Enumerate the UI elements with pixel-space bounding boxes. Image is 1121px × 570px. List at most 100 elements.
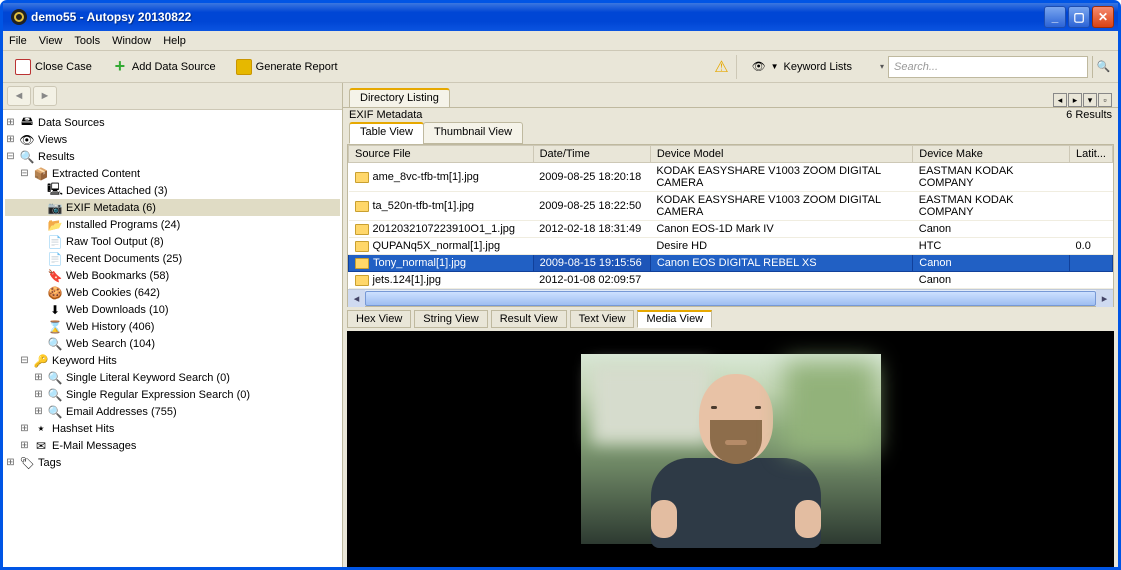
- expander-icon[interactable]: ⊟: [19, 168, 30, 179]
- expander-icon[interactable]: ⊞: [5, 457, 16, 468]
- tree-item-label[interactable]: Installed Programs (24): [66, 219, 180, 231]
- dropdown-icon[interactable]: ▾: [880, 62, 884, 71]
- expander-icon[interactable]: ⊞: [19, 423, 30, 434]
- nav-forward-button[interactable]: ►: [33, 86, 57, 106]
- tags-icon: 🏷: [19, 456, 35, 470]
- tab-string-view[interactable]: String View: [414, 310, 487, 328]
- generate-report-button[interactable]: Generate Report: [228, 56, 346, 78]
- tab-hex-view[interactable]: Hex View: [347, 310, 411, 328]
- expander-icon[interactable]: ⊟: [19, 355, 30, 366]
- table-row[interactable]: ame_8vc-tfb-tm[1].jpg2009-08-25 18:20:18…: [349, 163, 1113, 192]
- listing-tabrow: Directory Listing ◂ ▸ ▾ ▫: [343, 83, 1118, 107]
- tree-item-label[interactable]: Email Addresses (755): [66, 406, 177, 418]
- tab-scroll-left-icon[interactable]: ◂: [1053, 93, 1067, 107]
- tab-result-view[interactable]: Result View: [491, 310, 567, 328]
- col-source-file[interactable]: Source File: [349, 146, 534, 163]
- tree-item[interactable]: ⊞🔍Single Regular Expression Search (0): [5, 386, 340, 403]
- datasource-icon: 🖴: [19, 112, 35, 133]
- scroll-right-icon[interactable]: ▸: [1096, 290, 1113, 307]
- tree-item[interactable]: 📄Recent Documents (25): [5, 250, 340, 267]
- table-row[interactable]: ta_520n-tfb-tm[1].jpg2009-08-25 18:22:50…: [349, 192, 1113, 221]
- tree-item-label[interactable]: Web History (406): [66, 321, 154, 333]
- tab-maximize-icon[interactable]: ▫: [1098, 93, 1112, 107]
- tree-item[interactable]: ⬇Web Downloads (10): [5, 301, 340, 318]
- table-row[interactable]: Tony_normal[1].jpg2009-08-15 19:15:56Can…: [349, 255, 1113, 272]
- scroll-left-icon[interactable]: ◂: [348, 290, 365, 307]
- nav-bar: ◄ ►: [3, 83, 342, 109]
- menu-file[interactable]: File: [9, 35, 27, 47]
- scrollbar-thumb[interactable]: [365, 291, 1096, 306]
- tree-data-sources[interactable]: Data Sources: [38, 117, 105, 129]
- close-button[interactable]: ✕: [1092, 6, 1114, 28]
- close-case-button[interactable]: Close Case: [7, 56, 100, 78]
- tree-keyword-hits[interactable]: Keyword Hits: [52, 355, 117, 367]
- col-date-time[interactable]: Date/Time: [533, 146, 650, 163]
- expander-icon[interactable]: ⊟: [5, 151, 16, 162]
- table-row[interactable]: 2012032107223910O1_1.jpg2012-02-18 18:31…: [349, 221, 1113, 238]
- tree-email[interactable]: E-Mail Messages: [52, 440, 136, 452]
- tree-extracted[interactable]: Extracted Content: [52, 168, 140, 180]
- horizontal-scrollbar[interactable]: ◂ ▸: [348, 289, 1113, 306]
- menu-window[interactable]: Window: [112, 35, 151, 47]
- search-icon[interactable]: 🔍: [1092, 56, 1114, 78]
- tree-item[interactable]: 🖳Devices Attached (3): [5, 182, 340, 199]
- tree-item-label[interactable]: Single Regular Expression Search (0): [66, 389, 250, 401]
- tree-item[interactable]: 🔍Web Search (104): [5, 335, 340, 352]
- tree-item-label[interactable]: Devices Attached (3): [66, 185, 168, 197]
- tree-item-label[interactable]: Web Search (104): [66, 338, 155, 350]
- maximize-button[interactable]: ▢: [1068, 6, 1090, 28]
- expander-icon[interactable]: ⊞: [33, 406, 44, 417]
- tree-item-label[interactable]: Web Cookies (642): [66, 287, 160, 299]
- tab-directory-listing[interactable]: Directory Listing: [349, 88, 450, 107]
- add-data-source-button[interactable]: + Add Data Source: [104, 56, 224, 78]
- tab-thumbnail-view[interactable]: Thumbnail View: [423, 122, 523, 144]
- minimize-button[interactable]: _: [1044, 6, 1066, 28]
- menu-help[interactable]: Help: [163, 35, 186, 47]
- col-latitude[interactable]: Latit...: [1070, 146, 1113, 163]
- close-case-label: Close Case: [35, 61, 92, 73]
- expander-icon[interactable]: ⊞: [33, 389, 44, 400]
- tree-item-label[interactable]: Web Bookmarks (58): [66, 270, 169, 282]
- table-row[interactable]: jets.124[1].jpg2012-01-08 02:09:57Canon: [349, 272, 1113, 289]
- menu-tools[interactable]: Tools: [74, 35, 100, 47]
- tree-item[interactable]: 🍪Web Cookies (642): [5, 284, 340, 301]
- tree-item-label[interactable]: EXIF Metadata (6): [66, 202, 156, 214]
- content-pane: Directory Listing ◂ ▸ ▾ ▫ EXIF Metadata …: [343, 83, 1118, 567]
- tree-hashset[interactable]: Hashset Hits: [52, 423, 114, 435]
- col-device-model[interactable]: Device Model: [650, 146, 912, 163]
- tab-text-view[interactable]: Text View: [570, 310, 635, 328]
- tree-item[interactable]: 📂Installed Programs (24): [5, 216, 340, 233]
- cell-latitude: [1070, 255, 1113, 272]
- col-device-make[interactable]: Device Make: [913, 146, 1070, 163]
- table-row[interactable]: QUPANq5X_normal[1].jpgDesire HDHTC0.0: [349, 238, 1113, 255]
- tree-item-label[interactable]: Raw Tool Output (8): [66, 236, 164, 248]
- menu-view[interactable]: View: [39, 35, 63, 47]
- tree[interactable]: ⊞🖴Data Sources ⊞👁Views ⊟🔍Results ⊟📦Extra…: [3, 109, 342, 567]
- tree-item-label[interactable]: Recent Documents (25): [66, 253, 182, 265]
- tree-item-label[interactable]: Single Literal Keyword Search (0): [66, 372, 230, 384]
- listing-header: EXIF Metadata 6 Results: [343, 107, 1118, 122]
- tab-scroll-right-icon[interactable]: ▸: [1068, 93, 1082, 107]
- tree-item[interactable]: 📷EXIF Metadata (6): [5, 199, 340, 216]
- tree-item[interactable]: ⊞🔍Email Addresses (755): [5, 403, 340, 420]
- warning-icon[interactable]: ⚠: [714, 57, 728, 77]
- expander-icon[interactable]: ⊞: [19, 440, 30, 451]
- tree-item[interactable]: 🔖Web Bookmarks (58): [5, 267, 340, 284]
- image-preview: [581, 354, 881, 544]
- expander-icon[interactable]: ⊞: [5, 117, 16, 128]
- tree-item[interactable]: ⌛Web History (406): [5, 318, 340, 335]
- expander-icon[interactable]: ⊞: [33, 372, 44, 383]
- nav-back-button[interactable]: ◄: [7, 86, 31, 106]
- tree-item-label[interactable]: Web Downloads (10): [66, 304, 169, 316]
- keyword-lists-button[interactable]: 👁 ▼ Keyword Lists: [744, 57, 860, 76]
- tab-table-view[interactable]: Table View: [349, 122, 424, 144]
- expander-icon[interactable]: ⊞: [5, 134, 16, 145]
- tree-tags[interactable]: Tags: [38, 457, 61, 469]
- tree-results[interactable]: Results: [38, 151, 75, 163]
- tab-media-view[interactable]: Media View: [637, 310, 712, 328]
- search-input[interactable]: Search...: [888, 56, 1088, 78]
- tree-item[interactable]: 📄Raw Tool Output (8): [5, 233, 340, 250]
- tree-item[interactable]: ⊞🔍Single Literal Keyword Search (0): [5, 369, 340, 386]
- tab-dropdown-icon[interactable]: ▾: [1083, 93, 1097, 107]
- tree-views[interactable]: Views: [38, 134, 67, 146]
